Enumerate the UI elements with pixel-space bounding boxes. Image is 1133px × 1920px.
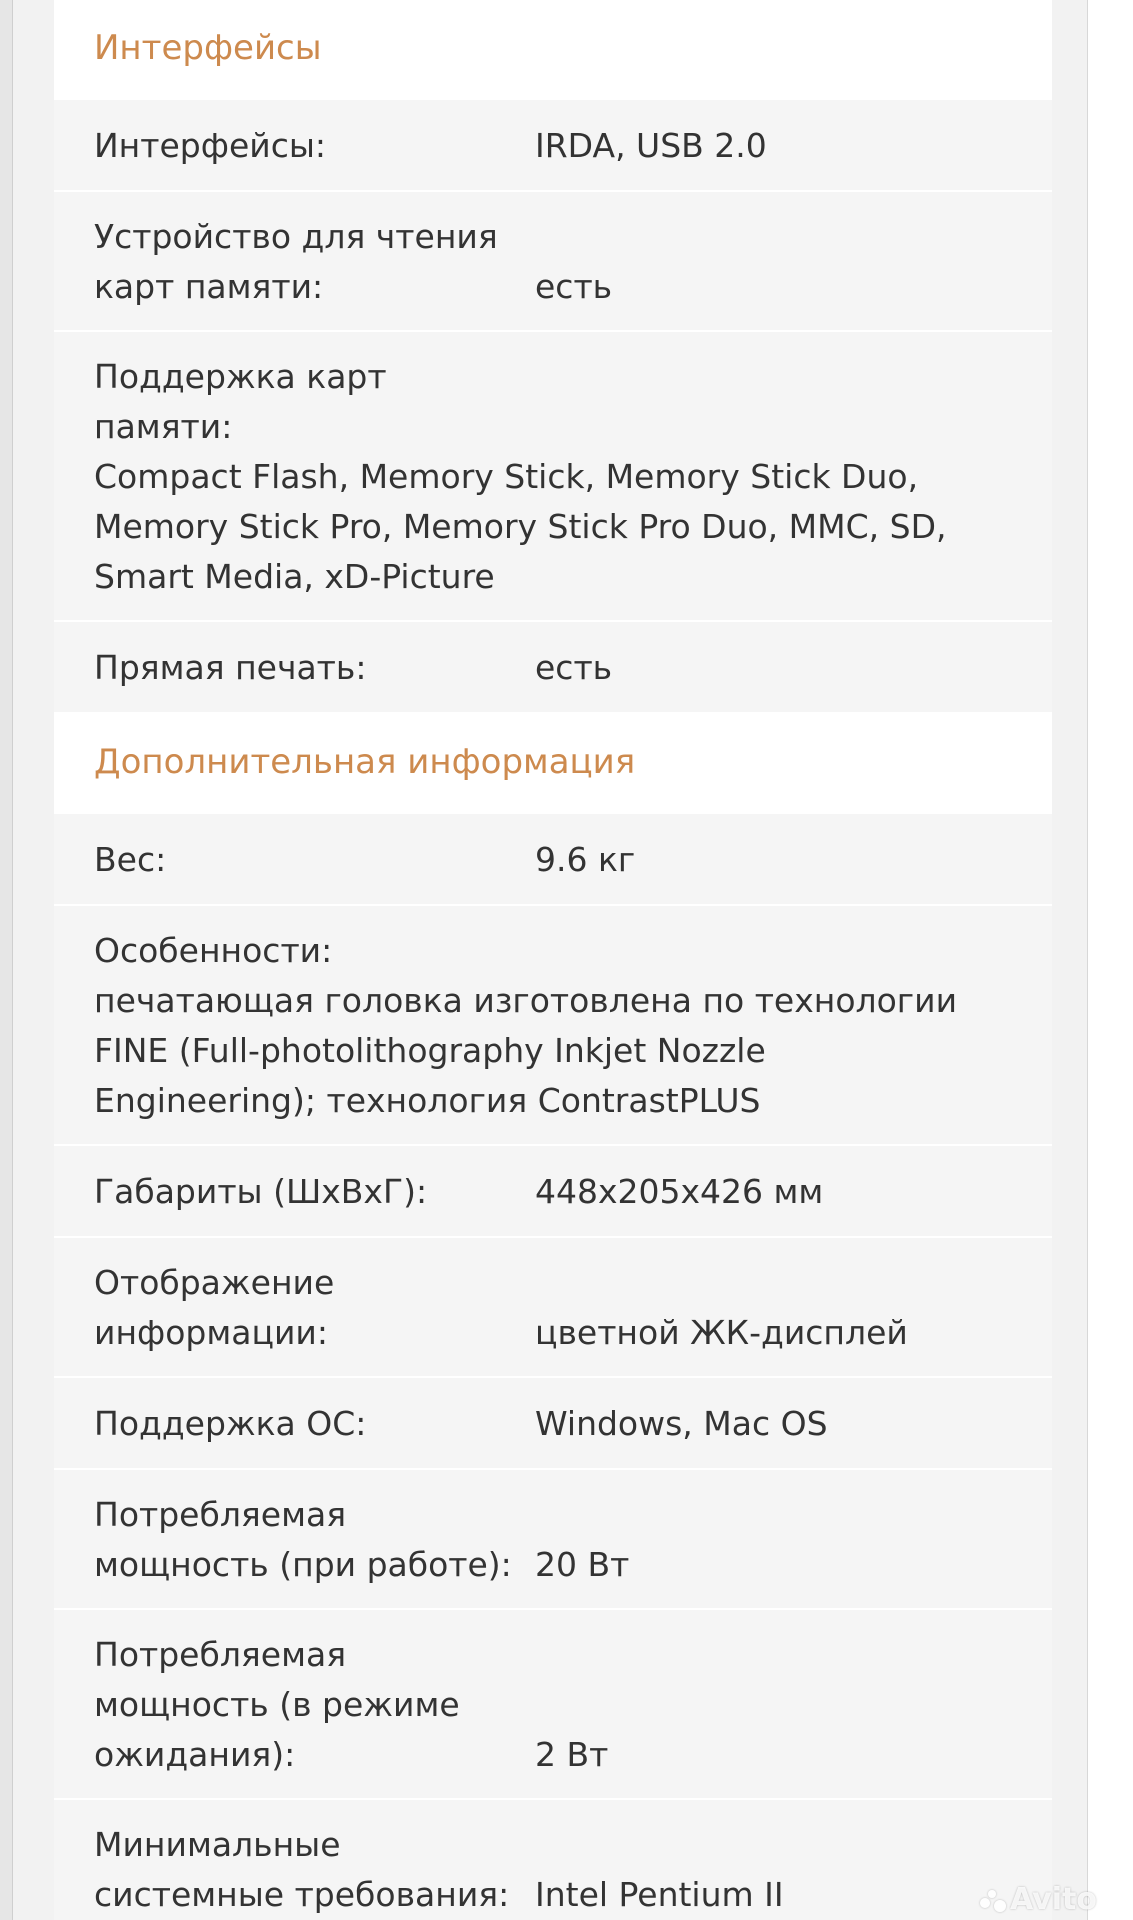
section-title: Дополнительная информация	[94, 742, 636, 782]
spec-value: есть	[535, 267, 613, 306]
spec-label: памяти:	[94, 407, 233, 446]
spec-row-power-standby: Потребляемая мощность (в режиме ожидания…	[54, 1610, 1052, 1800]
spec-label: Поддержка ОС:	[94, 1404, 367, 1443]
spec-value: 2 Вт	[535, 1735, 609, 1774]
spec-label: Прямая печать:	[94, 648, 367, 687]
page-left-edge	[0, 0, 13, 1920]
page-right-divider	[1087, 0, 1088, 1920]
spec-label: Интерфейсы:	[94, 126, 327, 165]
spec-label: Минимальные	[94, 1825, 341, 1864]
watermark-text: Avito	[1010, 1882, 1097, 1917]
spec-label: ожидания):	[94, 1735, 296, 1774]
spec-row-memory-cards: Поддержка карт памяти: Compact Flash, Me…	[54, 332, 1052, 622]
spec-value: 448x205x426 мм	[535, 1172, 824, 1211]
spec-value: Engineering); технология ContrastPLUS	[94, 1081, 761, 1120]
spec-label: Потребляемая	[94, 1635, 347, 1674]
page-right-margin	[1087, 0, 1133, 1920]
spec-label: Особенности:	[94, 931, 333, 970]
spec-label: Отображение	[94, 1263, 335, 1302]
spec-row-features: Особенности: печатающая головка изготовл…	[54, 906, 1052, 1146]
spec-label: мощность (в режиме	[94, 1685, 460, 1724]
spec-row-direct-print: Прямая печать: есть	[54, 622, 1052, 714]
spec-label: Потребляемая	[94, 1495, 347, 1534]
section-header-additional-info: Дополнительная информация	[54, 714, 1052, 814]
spec-row-power-operating: Потребляемая мощность (при работе): 20 В…	[54, 1470, 1052, 1610]
spec-value: есть	[535, 648, 613, 687]
screenshot: Интерфейсы Интерфейсы: IRDA, USB 2.0 Уст…	[0, 0, 1133, 1920]
spec-label: Поддержка карт	[94, 357, 387, 396]
spec-value: Windows, Mac OS	[535, 1404, 828, 1443]
spec-value: печатающая головка изготовлена по технол…	[94, 981, 958, 1020]
spec-value: цветной ЖК-дисплей	[535, 1313, 908, 1352]
avito-watermark: Avito	[980, 1882, 1097, 1917]
spec-value: IRDA, USB 2.0	[535, 126, 767, 165]
spec-label: Габариты (ШхВхГ):	[94, 1172, 428, 1211]
spec-label: Устройство для чтения	[94, 217, 498, 256]
spec-row-dimensions: Габариты (ШхВхГ): 448x205x426 мм	[54, 1146, 1052, 1238]
spec-value: Compact Flash, Memory Stick, Memory Stic…	[94, 457, 919, 496]
spec-row-interfaces: Интерфейсы: IRDA, USB 2.0	[54, 100, 1052, 192]
spec-value: 20 Вт	[535, 1545, 630, 1584]
spec-value: Memory Stick Pro, Memory Stick Pro Duo, …	[94, 507, 947, 546]
spec-value: 9.6 кг	[535, 840, 636, 879]
section-title: Интерфейсы	[94, 28, 322, 68]
avito-logo-icon	[980, 1889, 1006, 1912]
spec-label: карт памяти:	[94, 267, 324, 306]
spec-row-os-support: Поддержка ОС: Windows, Mac OS	[54, 1378, 1052, 1470]
specifications-table: Интерфейсы Интерфейсы: IRDA, USB 2.0 Уст…	[54, 0, 1052, 1920]
spec-row-weight: Вес: 9.6 кг	[54, 814, 1052, 906]
spec-value: Intel Pentium II	[535, 1875, 784, 1914]
section-header-interfaces: Интерфейсы	[54, 0, 1052, 100]
spec-row-system-requirements: Минимальные системные требования: Intel …	[54, 1800, 1052, 1920]
spec-value: FINE (Full-photolithography Inkjet Nozzl…	[94, 1031, 766, 1070]
spec-label: информации:	[94, 1313, 328, 1352]
spec-row-card-reader: Устройство для чтения карт памяти: есть	[54, 192, 1052, 332]
spec-row-display: Отображение информации: цветной ЖК-диспл…	[54, 1238, 1052, 1378]
spec-value: Smart Media, xD-Picture	[94, 557, 495, 596]
spec-label: системные требования:	[94, 1875, 510, 1914]
spec-label: мощность (при работе):	[94, 1545, 512, 1584]
spec-label: Вес:	[94, 840, 167, 879]
